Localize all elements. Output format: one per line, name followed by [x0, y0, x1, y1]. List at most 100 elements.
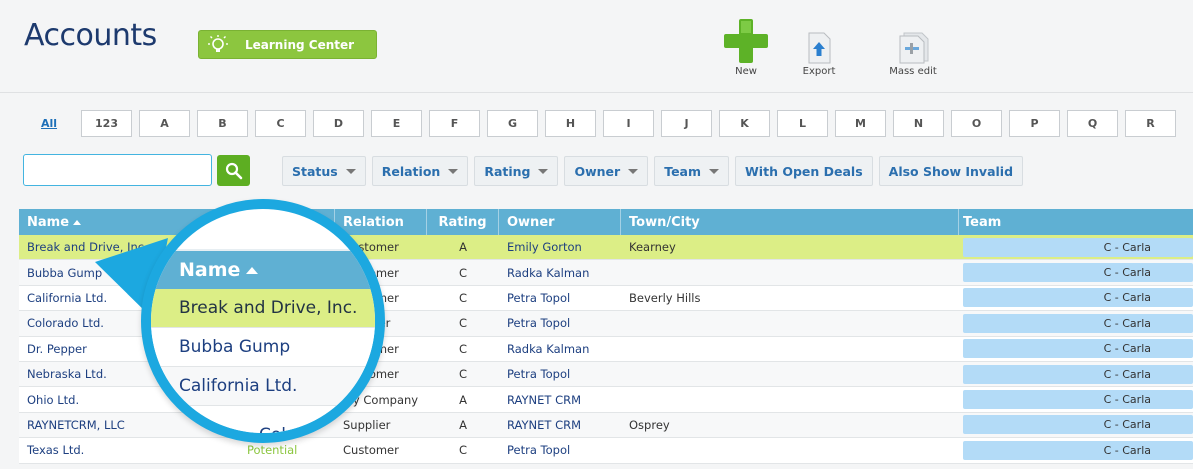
learning-center-label: Learning Center [245, 37, 355, 52]
column-header-team[interactable]: Team [959, 209, 1193, 235]
alpha-key-j[interactable]: J [661, 110, 712, 137]
rating-cell: C [458, 367, 468, 382]
alpha-key-m[interactable]: M [835, 110, 886, 137]
team-cell: C - Carla [959, 413, 1193, 437]
team-cell: C - Carla [959, 286, 1193, 310]
alpha-key-a[interactable]: A [139, 110, 190, 137]
rating-cell: A [459, 417, 467, 432]
team-cell: C - Carla [959, 337, 1193, 361]
sort-ascending-icon [73, 219, 82, 225]
filter-also-show-invalid-label: Also Show Invalid [888, 163, 1014, 179]
town-cell: Beverly Hills [629, 290, 701, 305]
alpha-key-all[interactable]: All [24, 110, 74, 137]
relation-cell: Customer [343, 443, 399, 458]
new-button[interactable]: New [718, 18, 774, 77]
team-badge: C - Carla [963, 339, 1193, 359]
owner-link[interactable]: RAYNET CRM [499, 387, 621, 411]
rating-cell: C [458, 443, 468, 458]
filter-status-label: Status [292, 163, 338, 179]
filter-relation[interactable]: Relation [371, 156, 469, 186]
caret-down-icon [538, 168, 549, 174]
owner-link[interactable]: Emily Gorton [499, 235, 621, 259]
team-cell: C - Carla [959, 387, 1193, 411]
magnifier-row: Break and Drive, Inc. [151, 289, 375, 328]
column-header-owner[interactable]: Owner [499, 209, 621, 235]
alpha-key-e[interactable]: E [371, 110, 422, 137]
export-icon [808, 32, 831, 64]
column-header-town[interactable]: Town/City [621, 209, 959, 235]
rating-cell: A [459, 240, 467, 255]
alpha-key-123[interactable]: 123 [81, 110, 132, 137]
town-cell [621, 311, 959, 335]
filter-with-open-deals[interactable]: With Open Deals [735, 156, 873, 186]
filter-bar: Status Relation Rating Owner Team With O… [282, 156, 1029, 186]
column-header-rating[interactable]: Rating [427, 209, 499, 235]
alpha-key-l[interactable]: L [777, 110, 828, 137]
caret-down-icon [628, 168, 639, 174]
alpha-key-c[interactable]: C [255, 110, 306, 137]
magnifier-header: Name [151, 249, 375, 289]
filter-owner[interactable]: Owner [564, 156, 649, 186]
team-cell: C - Carla [959, 438, 1193, 462]
alpha-key-h[interactable]: H [545, 110, 596, 137]
mass-edit-button[interactable]: Mass edit [884, 18, 942, 77]
owner-link[interactable]: Petra Topol [499, 311, 621, 335]
rating-cell: A [459, 392, 467, 407]
filter-team-label: Team [664, 163, 702, 179]
owner-link[interactable]: Radka Kalman [499, 337, 621, 361]
town-cell [621, 260, 959, 284]
mass-edit-icon [899, 32, 929, 64]
new-label: New [735, 66, 757, 77]
alpha-key-q[interactable]: Q [1067, 110, 1118, 137]
alpha-key-b[interactable]: B [197, 110, 248, 137]
team-cell: C - Carla [959, 235, 1193, 259]
search-button[interactable] [217, 155, 250, 186]
team-badge: C - Carla [963, 313, 1193, 333]
export-label: Export [802, 66, 836, 77]
town-cell [621, 438, 959, 462]
owner-link[interactable]: Radka Kalman [499, 260, 621, 284]
town-cell: Osprey [629, 417, 670, 432]
filter-rating[interactable]: Rating [474, 156, 559, 186]
alpha-key-f[interactable]: F [429, 110, 480, 137]
alphabet-filter: All 123 A B C D E F G H I J K L M N O P … [24, 110, 1183, 137]
team-badge: C - Carla [963, 390, 1193, 410]
alpha-key-d[interactable]: D [313, 110, 364, 137]
search-input[interactable] [23, 154, 212, 186]
owner-link[interactable]: Petra Topol [499, 362, 621, 386]
owner-link[interactable]: RAYNET CRM [499, 413, 621, 437]
alpha-key-n[interactable]: N [893, 110, 944, 137]
team-cell: C - Carla [959, 260, 1193, 284]
team-cell: C - Carla [959, 362, 1193, 386]
learning-center-button[interactable]: Learning Center [198, 30, 377, 59]
account-name-link[interactable]: Texas Ltd. [19, 438, 239, 462]
alpha-key-o[interactable]: O [951, 110, 1002, 137]
filter-status[interactable]: Status [282, 156, 366, 186]
alpha-key-g[interactable]: G [487, 110, 538, 137]
alpha-key-i[interactable]: I [603, 110, 654, 137]
team-cell: C - Carla [959, 311, 1193, 335]
magnifier-row: California Ltd. [151, 367, 375, 406]
team-badge: C - Carla [963, 440, 1193, 460]
filter-rating-label: Rating [484, 163, 531, 179]
rating-cell: C [458, 316, 468, 331]
filter-team[interactable]: Team [654, 156, 730, 186]
owner-link[interactable]: Petra Topol [499, 286, 621, 310]
rating-cell: C [458, 265, 468, 280]
filter-also-show-invalid[interactable]: Also Show Invalid [878, 156, 1024, 186]
town-cell [621, 387, 959, 411]
caret-down-icon [345, 168, 356, 174]
export-button[interactable]: Export [796, 18, 842, 77]
magnifier-callout: Name Break and Drive, Inc. Bubba Gump Ca… [141, 199, 385, 443]
team-badge: C - Carla [963, 364, 1193, 384]
alpha-key-r[interactable]: R [1125, 110, 1176, 137]
alpha-key-p[interactable]: P [1009, 110, 1060, 137]
magnifier-row: Bubba Gump [151, 328, 375, 367]
town-cell [621, 362, 959, 386]
town-cell [621, 337, 959, 361]
town-cell: Kearney [629, 240, 676, 255]
owner-link[interactable]: Petra Topol [499, 438, 621, 462]
alpha-key-k[interactable]: K [719, 110, 770, 137]
table-row[interactable]: Texas Ltd. Potential Customer C Petra Topol C… [19, 438, 1193, 464]
filter-relation-label: Relation [381, 163, 441, 179]
